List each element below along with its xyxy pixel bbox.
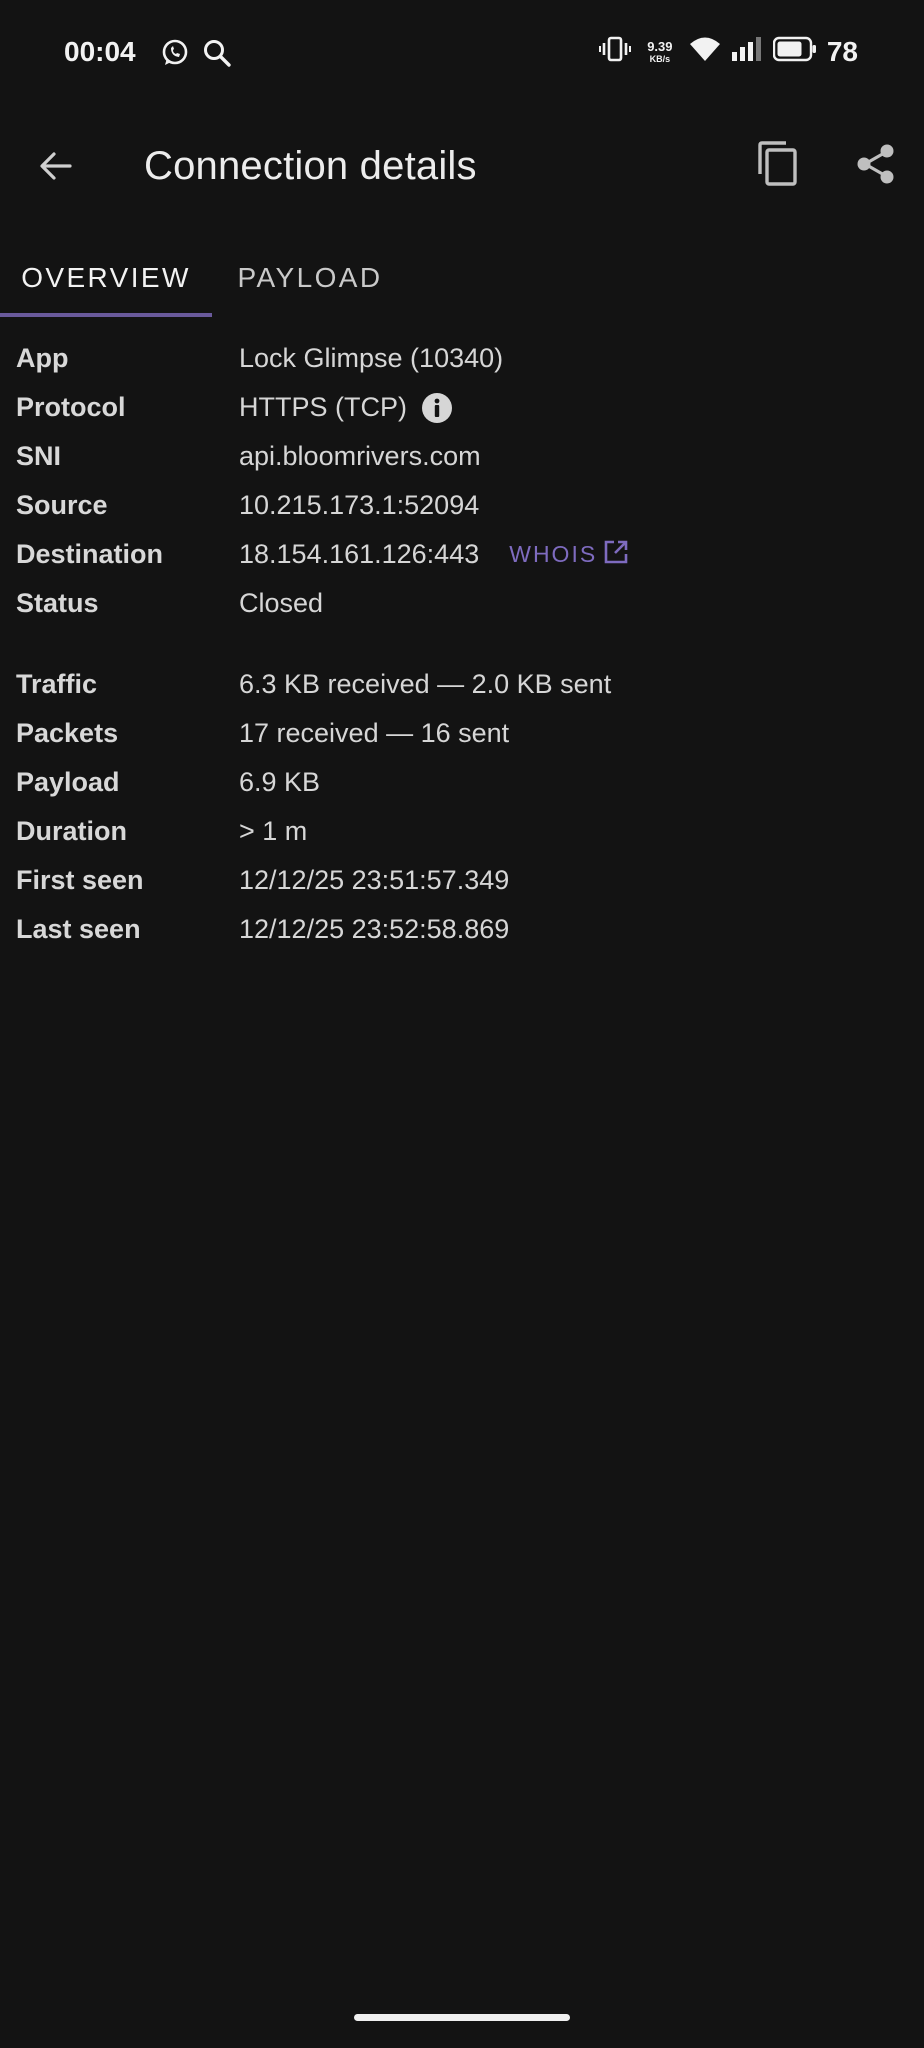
duration-label: Duration bbox=[16, 816, 127, 846]
duration-value: > 1 m bbox=[239, 816, 308, 846]
packets-label: Packets bbox=[16, 718, 119, 748]
page-title: Connection details bbox=[144, 144, 477, 188]
whatsapp-icon bbox=[160, 38, 190, 73]
detail-row-destination: Destination 18.154.161.126:443 WHOIS bbox=[0, 530, 924, 579]
last-seen-value: 12/12/25 23:52:58.869 bbox=[239, 914, 510, 944]
detail-row-payload: Payload 6.9 KB bbox=[0, 758, 924, 807]
external-link-icon bbox=[603, 539, 629, 571]
battery-level: 78 bbox=[826, 35, 858, 67]
detail-row-traffic: Traffic 6.3 KB received — 2.0 KB sent bbox=[0, 660, 924, 709]
destination-value-wrap: 18.154.161.126:443 WHOIS bbox=[239, 539, 629, 571]
protocol-value-wrap: HTTPS (TCP) bbox=[239, 392, 453, 424]
status-time: 00:04 bbox=[64, 36, 136, 67]
network-speed-value: 9.39 bbox=[647, 38, 673, 54]
back-arrow-icon bbox=[38, 148, 74, 189]
detail-row-duration: Duration > 1 m bbox=[0, 807, 924, 856]
copy-button[interactable] bbox=[752, 140, 804, 192]
whois-link[interactable]: WHOIS bbox=[509, 539, 629, 571]
destination-value: 18.154.161.126:443 bbox=[239, 539, 480, 569]
connection-details: App Lock Glimpse (10340) Protocol HTTPS … bbox=[0, 334, 924, 954]
traffic-value: 6.3 KB received — 2.0 KB sent bbox=[239, 669, 612, 699]
whois-label: WHOIS bbox=[509, 541, 598, 567]
sni-value: api.bloomrivers.com bbox=[239, 441, 481, 471]
first-seen-label: First seen bbox=[16, 865, 144, 895]
share-button[interactable] bbox=[850, 140, 902, 192]
tab-payload[interactable]: PAYLOAD bbox=[212, 240, 408, 316]
detail-row-protocol: Protocol HTTPS (TCP) bbox=[0, 383, 924, 432]
tab-bar: OVERVIEW PAYLOAD bbox=[0, 240, 924, 318]
detail-row-status: Status Closed bbox=[0, 579, 924, 628]
battery-icon bbox=[772, 36, 817, 67]
app-value: Lock Glimpse (10340) bbox=[239, 343, 504, 373]
source-value: 10.215.173.1:52094 bbox=[239, 490, 480, 520]
status-bar: 00:04 9.39 KB/s 78 bbox=[0, 0, 924, 110]
detail-row-first-seen: First seen 12/12/25 23:51:57.349 bbox=[0, 856, 924, 905]
traffic-label: Traffic bbox=[16, 669, 98, 699]
home-indicator[interactable] bbox=[354, 2014, 570, 2021]
status-value: Closed bbox=[239, 588, 324, 618]
status-system-icons: 9.39 KB/s 78 bbox=[598, 34, 858, 69]
detail-row-app: App Lock Glimpse (10340) bbox=[0, 334, 924, 383]
first-seen-value: 12/12/25 23:51:57.349 bbox=[239, 865, 510, 895]
packets-value: 17 received — 16 sent bbox=[239, 718, 510, 748]
status-notification-icons bbox=[160, 38, 232, 73]
network-speed-unit: KB/s bbox=[649, 53, 671, 64]
back-button[interactable] bbox=[32, 144, 80, 192]
protocol-value: HTTPS (TCP) bbox=[239, 392, 407, 422]
detail-row-source: Source 10.215.173.1:52094 bbox=[0, 481, 924, 530]
app-bar: Connection details bbox=[0, 120, 924, 212]
detail-row-sni: SNI api.bloomrivers.com bbox=[0, 432, 924, 481]
signal-icon bbox=[731, 36, 763, 67]
source-label: Source bbox=[16, 490, 108, 520]
app-label: App bbox=[16, 343, 69, 373]
vibrate-icon bbox=[598, 34, 631, 69]
payload-value: 6.9 KB bbox=[239, 767, 321, 797]
last-seen-label: Last seen bbox=[16, 914, 141, 944]
copy-icon bbox=[756, 140, 800, 192]
share-icon bbox=[855, 143, 897, 190]
payload-label: Payload bbox=[16, 767, 120, 797]
search-icon bbox=[202, 38, 232, 73]
detail-row-last-seen: Last seen 12/12/25 23:52:58.869 bbox=[0, 905, 924, 954]
network-speed: 9.39 KB/s bbox=[641, 40, 679, 64]
sni-label: SNI bbox=[16, 441, 62, 471]
destination-label: Destination bbox=[16, 539, 164, 569]
tab-selected-indicator bbox=[0, 313, 212, 317]
info-icon[interactable] bbox=[421, 392, 453, 424]
tab-overview[interactable]: OVERVIEW bbox=[0, 240, 212, 316]
wifi-icon bbox=[689, 35, 721, 68]
detail-row-packets: Packets 17 received — 16 sent bbox=[0, 709, 924, 758]
status-label: Status bbox=[16, 588, 99, 618]
protocol-label: Protocol bbox=[16, 392, 126, 422]
